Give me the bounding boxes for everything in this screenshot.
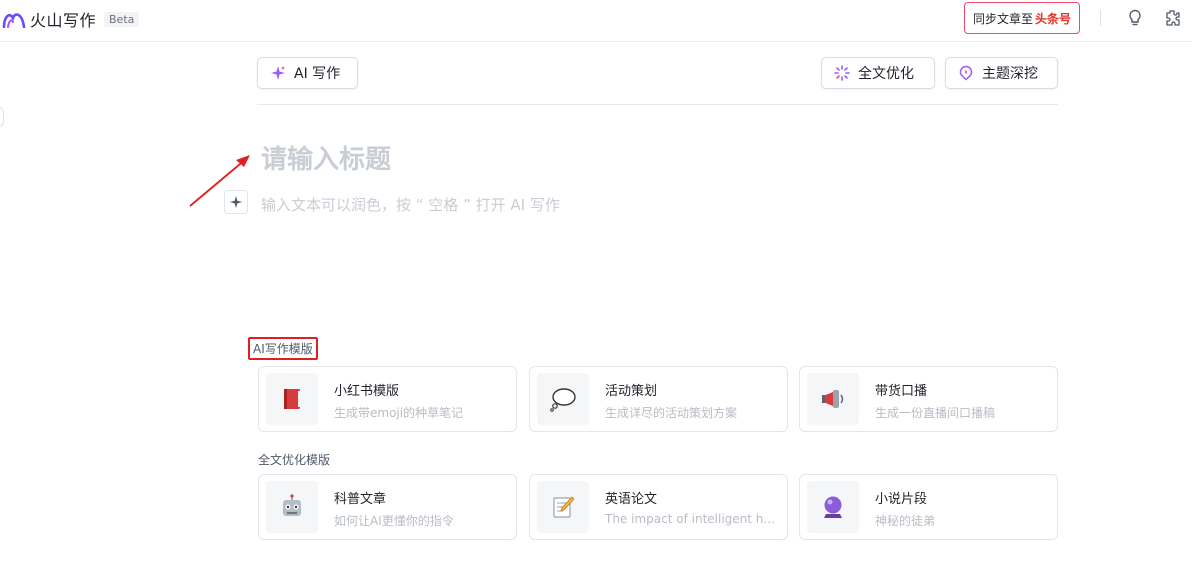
app-name: 火山写作: [30, 11, 97, 30]
memo-icon: [553, 496, 575, 518]
template-desc: 神秘的徒弟: [875, 514, 936, 528]
template-thumb: [537, 481, 589, 533]
template-title: 英语论文: [605, 492, 658, 507]
template-thumb: [266, 481, 318, 533]
sync-target-label: 头条号: [1035, 11, 1072, 26]
topic-dig-button[interactable]: 主题深挖: [945, 57, 1058, 89]
full-optimize-label: 全文优化: [858, 66, 914, 82]
template-thumb: [266, 373, 318, 425]
sparkle-icon: [271, 66, 285, 80]
template-desc: 生成带emoji的种草笔记: [334, 406, 464, 420]
annotation-arrow: [189, 155, 250, 207]
header-divider: [1100, 10, 1101, 26]
lightbulb-icon[interactable]: [1127, 9, 1143, 27]
volcano-logo-icon: [2, 13, 26, 28]
template-card-novel-excerpt[interactable]: 小说片段 神秘的徒弟: [799, 474, 1058, 540]
template-desc: 生成详尽的活动策划方案: [605, 406, 738, 420]
template-card-science-article[interactable]: 科普文章 如何让AI更懂你的指令: [258, 474, 517, 540]
sync-label: 同步文章至: [972, 11, 1033, 26]
ai-write-button[interactable]: AI 写作: [257, 57, 358, 89]
template-title: 科普文章: [334, 492, 387, 507]
template-card-livestream-script[interactable]: 带货口播 生成一份直播间口播稿: [799, 366, 1058, 432]
template-thumb: [537, 373, 589, 425]
template-card-xiaohongshu[interactable]: 小红书模版 生成带emoji的种草笔记: [258, 366, 517, 432]
megaphone-icon: [822, 390, 844, 408]
ai-write-label: AI 写作: [294, 66, 341, 82]
topic-dig-label: 主题深挖: [982, 66, 1038, 82]
template-desc: 如何让AI更懂你的指令: [334, 514, 454, 528]
template-card-english-paper[interactable]: 英语论文 The impact of intelligent hou···: [529, 474, 788, 540]
bulb-pin-icon: [959, 65, 973, 81]
top-bar: 火山写作 Beta 同步文章至 头条号: [0, 0, 1192, 42]
template-thumb: [807, 373, 859, 425]
template-title: 带货口播: [875, 384, 928, 399]
thought-bubble-icon: [550, 388, 576, 412]
plugin-icon[interactable]: [1163, 9, 1181, 27]
editor-toolbar: AI 写作 全文优化 主题深挖: [257, 57, 1058, 105]
optimize-templates-heading: 全文优化模版: [258, 453, 331, 467]
title-input[interactable]: 请输入标题: [261, 139, 391, 176]
beta-badge: Beta: [104, 11, 140, 27]
template-desc: 生成一份直播间口播稿: [875, 406, 996, 420]
red-book-icon: [284, 389, 300, 409]
ai-templates-heading: AI写作模版: [248, 337, 318, 360]
robot-icon: [283, 494, 301, 516]
template-desc: The impact of intelligent hou···: [605, 512, 781, 526]
app-logo[interactable]: 火山写作 Beta: [2, 8, 140, 30]
crystal-ball-icon: [824, 496, 842, 518]
sync-to-toutiao-button[interactable]: 同步文章至 头条号: [964, 2, 1080, 34]
burst-icon: [834, 65, 850, 81]
template-title: 小说片段: [875, 492, 928, 507]
full-optimize-button[interactable]: 全文优化: [821, 57, 935, 89]
body-input[interactable]: 输入文本可以润色，按 “ 空格 ” 打开 AI 写作: [261, 194, 560, 215]
template-card-event-plan[interactable]: 活动策划 生成详尽的活动策划方案: [529, 366, 788, 432]
template-thumb: [807, 481, 859, 533]
template-title: 小红书模版: [334, 384, 400, 399]
sidebar-toggle[interactable]: [0, 106, 4, 128]
template-title: 活动策划: [605, 384, 658, 399]
